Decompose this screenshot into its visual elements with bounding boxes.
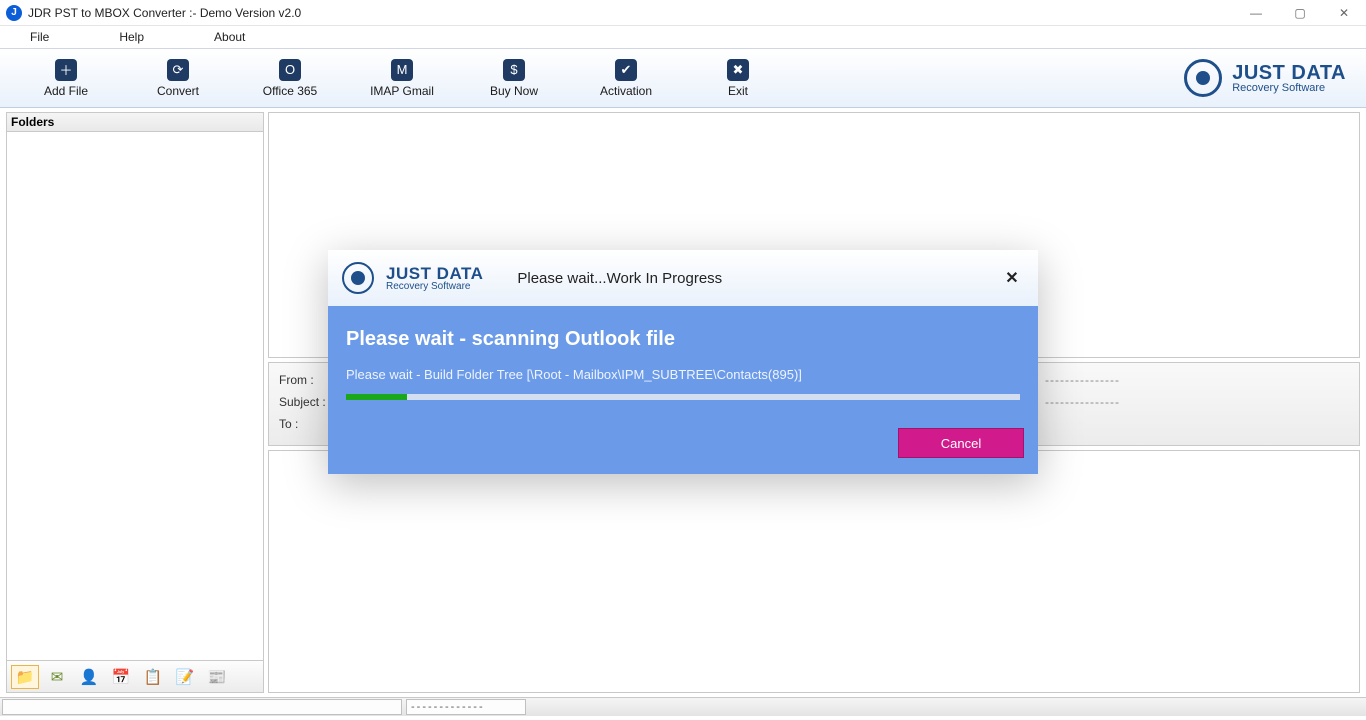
mail-icon: M: [391, 59, 413, 81]
toolbar: ＋ Add File ⟳ Convert O Office 365 M IMAP…: [0, 48, 1366, 108]
imap-gmail-button[interactable]: M IMAP Gmail: [346, 50, 458, 106]
brand-logo: JUST DATA Recovery Software: [1184, 59, 1366, 97]
statusbar: -------------: [0, 697, 1366, 716]
dialog-message: Please wait - Build Folder Tree [\Root -…: [346, 367, 1020, 382]
dialog-title: Please wait...Work In Progress: [517, 270, 722, 287]
folder-view-icons: 📁 ✉ 👤 📅 📋 📝 📰: [6, 661, 264, 693]
exit-button[interactable]: ✖ Exit: [682, 50, 794, 106]
date-field: ---------------: [1045, 373, 1120, 387]
status-cell-1: [2, 699, 402, 715]
to-label: To :: [279, 417, 329, 431]
dialog-brand-name: JUST DATA: [386, 265, 483, 282]
view-contacts-icon[interactable]: 👤: [75, 665, 103, 689]
close-button[interactable]: ✕: [1322, 0, 1366, 26]
progress-dialog: JUST DATA Recovery Software Please wait.…: [328, 250, 1038, 474]
app-icon: J: [6, 5, 22, 21]
window-title: JDR PST to MBOX Converter :- Demo Versio…: [28, 6, 301, 20]
view-mail-icon[interactable]: ✉: [43, 665, 71, 689]
office365-label: Office 365: [263, 84, 317, 98]
file-plus-icon: ＋: [55, 59, 77, 81]
folders-panel: Folders 📁 ✉ 👤 📅 📋 📝 📰: [6, 112, 264, 693]
dollar-icon: $: [503, 59, 525, 81]
exit-icon: ✖: [727, 59, 749, 81]
view-journal-icon[interactable]: 📰: [203, 665, 231, 689]
message-body-pane[interactable]: [268, 450, 1360, 693]
menubar: File Help About: [0, 26, 1366, 48]
activation-button[interactable]: ✔ Activation: [570, 50, 682, 106]
progress-bar: [346, 394, 1020, 400]
progress-fill: [346, 394, 407, 400]
convert-button[interactable]: ⟳ Convert: [122, 50, 234, 106]
add-file-button[interactable]: ＋ Add File: [10, 50, 122, 106]
buy-now-button[interactable]: $ Buy Now: [458, 50, 570, 106]
brand-name: JUST DATA: [1232, 63, 1346, 83]
status-cell-2: -------------: [406, 699, 526, 715]
check-icon: ✔: [615, 59, 637, 81]
menu-help[interactable]: Help: [119, 30, 144, 44]
office365-button[interactable]: O Office 365: [234, 50, 346, 106]
view-folder-icon[interactable]: 📁: [11, 665, 39, 689]
buy-now-label: Buy Now: [490, 84, 538, 98]
brand-tag: Recovery Software: [1232, 83, 1346, 94]
menu-about[interactable]: About: [214, 30, 245, 44]
dialog-close-button[interactable]: ✕: [1000, 268, 1024, 288]
imap-gmail-label: IMAP Gmail: [370, 84, 434, 98]
view-tasks-icon[interactable]: 📋: [139, 665, 167, 689]
from-label: From :: [279, 373, 329, 387]
office-icon: O: [279, 59, 301, 81]
add-file-label: Add File: [44, 84, 88, 98]
folders-tree[interactable]: [6, 132, 264, 661]
cancel-button[interactable]: Cancel: [898, 428, 1024, 458]
titlebar: J JDR PST to MBOX Converter :- Demo Vers…: [0, 0, 1366, 26]
folders-header: Folders: [6, 112, 264, 132]
view-calendar-icon[interactable]: 📅: [107, 665, 135, 689]
dialog-brand-tag: Recovery Software: [386, 282, 483, 292]
refresh-icon: ⟳: [167, 59, 189, 81]
view-notes-icon[interactable]: 📝: [171, 665, 199, 689]
activation-label: Activation: [600, 84, 652, 98]
minimize-button[interactable]: —: [1234, 0, 1278, 26]
dialog-logo-icon: [342, 262, 374, 294]
menu-file[interactable]: File: [30, 30, 49, 44]
maximize-button[interactable]: ▢: [1278, 0, 1322, 26]
logo-icon: [1184, 59, 1222, 97]
dialog-heading: Please wait - scanning Outlook file: [346, 328, 1020, 351]
extra-field: ---------------: [1045, 395, 1120, 409]
dialog-header: JUST DATA Recovery Software Please wait.…: [328, 250, 1038, 306]
status-dashes: -------------: [411, 701, 485, 713]
subject-label: Subject :: [279, 395, 329, 409]
exit-label: Exit: [728, 84, 748, 98]
convert-label: Convert: [157, 84, 199, 98]
